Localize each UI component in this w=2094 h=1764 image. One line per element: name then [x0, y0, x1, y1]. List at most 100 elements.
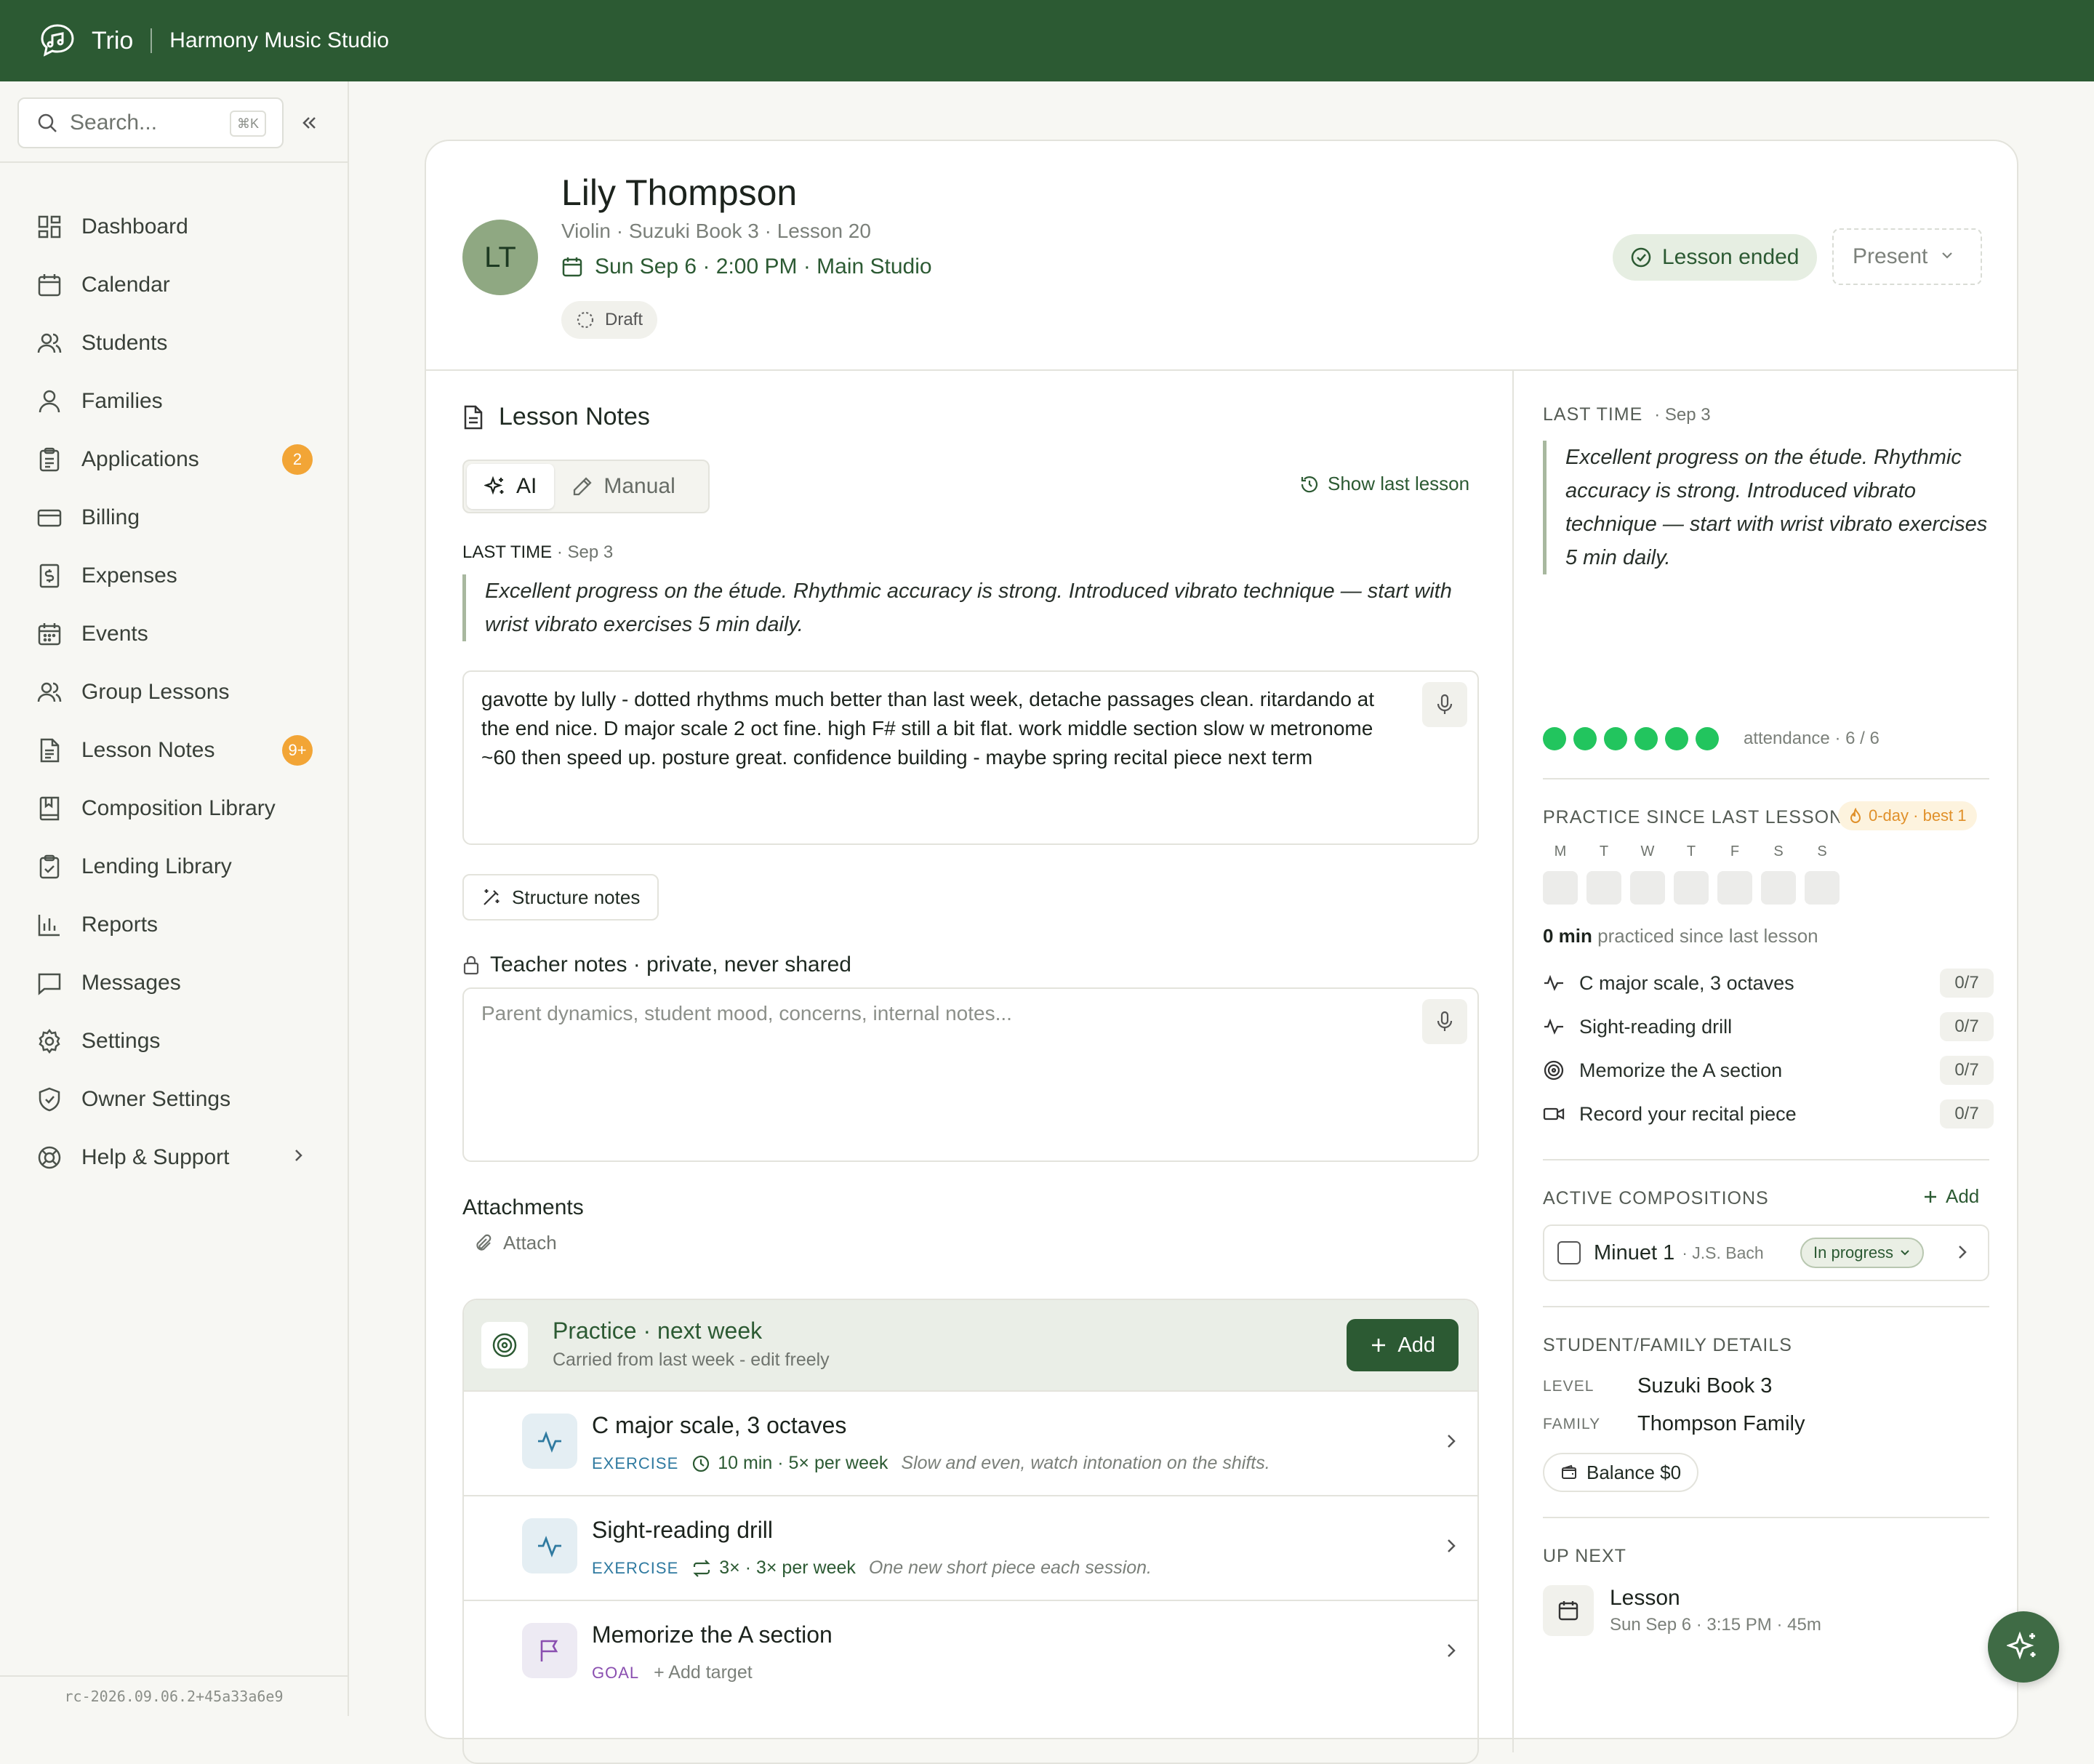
day-box [1805, 871, 1840, 905]
collapse-sidebar-icon[interactable] [294, 108, 324, 138]
practice-item[interactable]: C major scale, 3 octaves EXERCISE 10 min… [464, 1390, 1477, 1495]
side-divider [1543, 1159, 1989, 1160]
attendance-dot [1665, 727, 1688, 750]
lesson-notes-textarea[interactable]: gavotte by lully - dotted rhythms much b… [462, 670, 1479, 845]
sidebar-item-label: Applications [81, 447, 199, 471]
structure-notes-button[interactable]: Structure notes [462, 874, 659, 921]
lesson-card: LT Lily Thompson Violin · Suzuki Book 3 … [425, 140, 2018, 1764]
sidebar-item-owner-settings[interactable]: Owner Settings [0, 1070, 348, 1128]
practice-progress-item[interactable]: Sight-reading drill 0/7 [1543, 1005, 1994, 1049]
composition-checkbox[interactable] [1557, 1241, 1581, 1264]
mode-manual-button[interactable]: Manual [554, 464, 692, 509]
sidebar-item-calendar[interactable]: Calendar [0, 256, 348, 314]
search-input[interactable]: Search... ⌘K [17, 97, 284, 148]
practice-since-heading: PRACTICE SINCE LAST LESSON [1543, 807, 1844, 827]
practice-progress-label: Record your recital piece [1579, 1102, 1797, 1125]
sidebar-item-label: Composition Library [81, 796, 276, 820]
sidebar-item-families[interactable]: Families [0, 372, 348, 430]
sidebar-item-students[interactable]: Students [0, 314, 348, 372]
dictate-microphone-icon[interactable] [1422, 682, 1467, 727]
sidebar-item-messages[interactable]: Messages [0, 954, 348, 1012]
mode-manual-label: Manual [603, 474, 675, 498]
mode-ai-button[interactable]: AI [467, 464, 555, 509]
chevron-right-icon[interactable] [1443, 1534, 1460, 1563]
family-value[interactable]: Thompson Family [1637, 1412, 1805, 1436]
teacher-notes-textarea[interactable]: Parent dynamics, student mood, concerns,… [462, 987, 1479, 1162]
sidebar-item-group-lessons[interactable]: Group Lessons [0, 663, 348, 721]
day-box [1630, 871, 1665, 905]
sidebar-item-composition-library[interactable]: Composition Library [0, 779, 348, 838]
side-divider [1543, 778, 1989, 779]
attendance-select[interactable]: Present [1832, 228, 1982, 285]
sidebar-item-help[interactable]: Help & Support [0, 1128, 348, 1187]
balance-badge[interactable]: Balance $0 [1543, 1453, 1699, 1492]
attendance-dot [1543, 727, 1566, 750]
sidebar-item-dashboard[interactable]: Dashboard [0, 198, 348, 256]
day-label: F [1730, 843, 1740, 859]
composition-card[interactable]: Minuet 1 · J.S. Bach In progress [1543, 1224, 1989, 1281]
chevron-right-icon[interactable] [1954, 1240, 1970, 1269]
day-box [1674, 871, 1709, 905]
applications-badge: 2 [282, 444, 313, 475]
sidebar-item-lesson-notes[interactable]: Lesson Notes 9+ [0, 721, 348, 779]
chevron-right-icon[interactable] [1443, 1430, 1460, 1458]
applications-icon [35, 445, 64, 474]
history-icon [1301, 476, 1318, 492]
studio-name[interactable]: Harmony Music Studio [169, 28, 389, 53]
lesson-date[interactable]: Sun Sep 6 · 2:00 PM · Main Studio [561, 254, 932, 279]
student-name[interactable]: Lily Thompson [561, 172, 797, 214]
reports-icon [35, 910, 64, 939]
day-label: T [1686, 843, 1696, 859]
ai-assistant-button[interactable] [1988, 1611, 2059, 1683]
practice-day: M [1543, 843, 1578, 905]
add-practice-button[interactable]: Add [1347, 1319, 1459, 1371]
practice-progress-item[interactable]: Record your recital piece 0/7 [1543, 1092, 1994, 1136]
practice-minutes-value: 0 min [1543, 925, 1592, 947]
practice-subtitle: Carried from last week - edit freely [553, 1350, 830, 1370]
show-last-lesson-link[interactable]: Show last lesson [1300, 473, 1469, 495]
sidebar-item-billing[interactable]: Billing [0, 489, 348, 547]
sidebar-item-settings[interactable]: Settings [0, 1012, 348, 1070]
practice-item-title: C major scale, 3 octaves [592, 1412, 847, 1438]
day-label: S [1773, 843, 1784, 859]
practice-item[interactable]: Memorize the A section GOAL + Add target [464, 1600, 1477, 1704]
practice-progress-item[interactable]: C major scale, 3 octaves 0/7 [1543, 961, 1994, 1005]
composition-status-select[interactable]: In progress [1800, 1238, 1925, 1268]
practice-item[interactable]: Sight-reading drill EXERCISE 3× · 3× per… [464, 1495, 1477, 1600]
app-name: Trio [92, 26, 134, 55]
wallet-icon [1562, 1464, 1576, 1479]
up-next-lesson[interactable]: Lesson Sun Sep 6 · 3:15 PM · 45m [1543, 1585, 1821, 1636]
show-last-lesson-label: Show last lesson [1328, 473, 1470, 494]
attach-button[interactable]: Attach [474, 1232, 557, 1254]
sidebar: Search... ⌘K Dashboard Calendar Students… [0, 81, 349, 1716]
sidebar-item-events[interactable]: Events [0, 605, 348, 663]
add-target-link[interactable]: + Add target [654, 1662, 753, 1683]
practice-progress-item[interactable]: Memorize the A section 0/7 [1543, 1049, 1994, 1092]
family-row: FAMILY Thompson Family [1543, 1412, 1805, 1436]
sidebar-item-applications[interactable]: Applications 2 [0, 430, 348, 489]
sidebar-item-expenses[interactable]: Expenses [0, 547, 348, 605]
sidebar-item-lending-library[interactable]: Lending Library [0, 838, 348, 896]
messages-icon [35, 969, 64, 998]
students-icon [35, 329, 64, 358]
lesson-notes-heading: Lesson Notes [462, 403, 650, 431]
owner-settings-icon [35, 1085, 64, 1114]
add-composition-button[interactable]: Add [1922, 1185, 1979, 1208]
pulse-icon [522, 1414, 577, 1469]
families-icon [35, 387, 64, 416]
billing-icon [35, 503, 64, 532]
sidebar-item-reports[interactable]: Reports [0, 896, 348, 954]
teacher-notes-placeholder: Parent dynamics, student mood, concerns,… [481, 1002, 1012, 1025]
practice-progress-label: Sight-reading drill [1579, 1015, 1733, 1038]
chevron-right-icon[interactable] [1443, 1639, 1460, 1667]
trio-logo-icon[interactable] [38, 21, 77, 60]
lesson-ended-status[interactable]: Lesson ended [1613, 234, 1817, 281]
dictate-microphone-icon[interactable] [1422, 999, 1467, 1044]
composition-composer: · J.S. Bach [1682, 1243, 1764, 1262]
sidebar-item-label: Help & Support [81, 1145, 230, 1169]
lending-library-icon [35, 852, 64, 881]
pulse-icon [1544, 974, 1563, 991]
practice-item-kind: EXERCISE [592, 1558, 679, 1577]
pencil-icon [574, 477, 592, 496]
lesson-notes-title: Lesson Notes [499, 403, 650, 430]
